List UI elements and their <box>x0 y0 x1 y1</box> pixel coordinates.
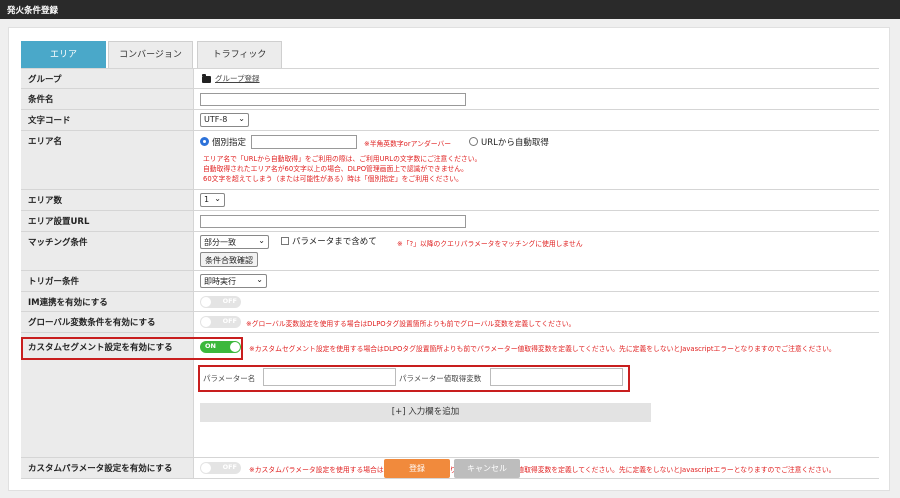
row-custom-param: カスタムパラメータ設定を有効にする OFF ※カスタムパラメータ設定を使用する場… <box>21 458 879 479</box>
condition-check-button[interactable]: 条件合致確認 <box>200 252 258 267</box>
matching-note: ※「?」以降のクエリパラメータをマッチングに使用しません <box>397 240 583 248</box>
condition-name-input[interactable] <box>200 93 466 106</box>
tab-conversion[interactable]: コンバージョン <box>108 41 193 68</box>
area-name-note-3: 60文字を超えてしまう（または可能性がある）時は「個別指定」をご利用ください。 <box>203 175 463 183</box>
area-name-manual-note: ※半角英数字orアンダーバー <box>364 140 452 148</box>
chevron-down-icon: ⌄ <box>256 275 263 284</box>
add-input-button[interactable]: [+] 入力欄を追加 <box>200 403 651 422</box>
custom-segment-note: ※カスタムセグメント設定を使用する場合はDLPOタグ設置箇所よりも前でパラメータ… <box>249 345 836 353</box>
label-matching: マッチング条件 <box>21 232 193 270</box>
row-area-count: エリア数 1 ⌄ <box>21 190 879 211</box>
main-panel: エリア コンバージョン トラフィック グループ グループ登録 条件名 文字コード… <box>8 27 890 491</box>
radio-manual-label: 個別指定 <box>212 138 247 148</box>
highlight-param-inputs <box>198 365 630 392</box>
row-trigger: トリガー条件 即時実行 ⌄ <box>21 271 879 292</box>
highlight-custom-segment-toggle <box>21 337 243 360</box>
charset-select[interactable]: UTF-8 ⌄ <box>200 113 249 127</box>
custom-param-toggle[interactable]: OFF <box>200 462 241 474</box>
global-var-toggle-text: OFF <box>222 317 237 325</box>
im-toggle[interactable]: OFF <box>200 296 241 308</box>
chevron-down-icon: ⌄ <box>214 194 221 203</box>
row-area-name: エリア名 個別指定 ※半角英数字orアンダーバー URLから自動取得 エリア名で… <box>21 131 879 190</box>
label-group: グループ <box>21 69 193 88</box>
radio-auto-label: URLから自動取得 <box>481 138 549 148</box>
tab-area[interactable]: エリア <box>21 41 106 68</box>
row-area-url: エリア設置URL <box>21 211 879 232</box>
global-var-toggle[interactable]: OFF <box>200 316 241 328</box>
radio-auto[interactable] <box>469 137 478 146</box>
label-global-var: グローバル変数条件を有効にする <box>21 312 193 332</box>
matching-select-value: 部分一致 <box>204 238 236 247</box>
area-name-note-1: エリア名で「URLから自動取得」をご利用の際は、ご利用URLの文字数にご注意くだ… <box>203 155 482 163</box>
area-count-select[interactable]: 1 ⌄ <box>200 193 225 207</box>
global-var-note: ※グローバル変数設定を使用する場合はDLPOタグ設置箇所よりも前でグローバル変数… <box>246 320 576 328</box>
label-area-name: エリア名 <box>21 131 193 189</box>
row-group: グループ グループ登録 <box>21 69 879 89</box>
folder-icon <box>202 74 211 83</box>
matching-select[interactable]: 部分一致 ⌄ <box>200 235 269 249</box>
label-charset: 文字コード <box>21 110 193 130</box>
area-name-note-2: 自動取得されたエリア名が60文字以上の場合、DLPO管理画面上で認識ができません… <box>203 165 468 173</box>
chevron-down-icon: ⌄ <box>238 114 245 123</box>
radio-manual[interactable] <box>200 137 209 146</box>
row-im: IM連携を有効にする OFF <box>21 292 879 312</box>
label-condition-name: 条件名 <box>21 89 193 109</box>
label-area-count: エリア数 <box>21 190 193 210</box>
window-title: 発火条件登録 <box>0 0 900 19</box>
chevron-down-icon: ⌄ <box>258 236 265 245</box>
include-params-label: パラメータまで含めて <box>292 237 377 247</box>
cancel-button[interactable]: キャンセル <box>454 459 520 478</box>
row-matching: マッチング条件 部分一致 ⌄ パラメータまで含めて ※「?」以降のクエリパラメー… <box>21 232 879 271</box>
condition-form: グループ グループ登録 条件名 文字コード UTF-8 ⌄ エリア名 個別指定 … <box>21 68 879 479</box>
custom-param-toggle-text: OFF <box>222 463 237 471</box>
row-global-var: グローバル変数条件を有効にする OFF ※グローバル変数設定を使用する場合はDL… <box>21 312 879 333</box>
custom-param-note: ※カスタムパラメータ設定を使用する場合はDLPOタグ設置箇所よりも前でパラメータ… <box>249 466 836 474</box>
trigger-select-value: 即時実行 <box>204 277 236 286</box>
row-charset: 文字コード UTF-8 ⌄ <box>21 110 879 131</box>
area-name-manual-input[interactable] <box>251 135 357 149</box>
area-count-select-value: 1 <box>204 195 210 204</box>
row-condition-name: 条件名 <box>21 89 879 110</box>
label-area-url: エリア設置URL <box>21 211 193 231</box>
group-register-link[interactable]: グループ登録 <box>215 73 260 84</box>
label-im: IM連携を有効にする <box>21 292 193 311</box>
trigger-select[interactable]: 即時実行 ⌄ <box>200 274 267 288</box>
area-url-input[interactable] <box>200 215 466 228</box>
label-custom-param: カスタムパラメータ設定を有効にする <box>21 458 193 478</box>
tab-traffic[interactable]: トラフィック <box>197 41 282 68</box>
im-toggle-text: OFF <box>222 297 237 305</box>
charset-select-value: UTF-8 <box>204 115 228 124</box>
label-trigger: トリガー条件 <box>21 271 193 291</box>
include-params-checkbox[interactable] <box>281 237 289 245</box>
submit-button[interactable]: 登録 <box>384 459 450 478</box>
